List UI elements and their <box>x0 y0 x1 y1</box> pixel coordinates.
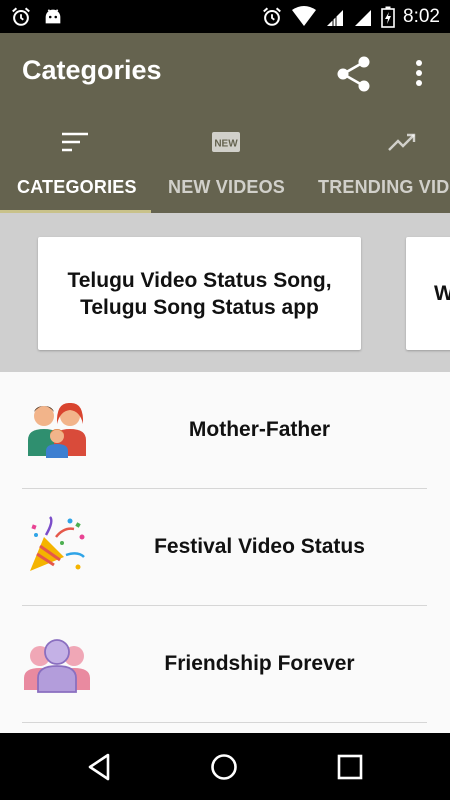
home-icon[interactable] <box>208 751 240 783</box>
banner-carousel[interactable]: Telugu Video Status Song, Telugu Song St… <box>0 213 450 372</box>
status-time: 8:02 <box>403 5 440 27</box>
status-right: 8:02 <box>261 5 440 28</box>
category-list: Mother-Father Festival Video Status Frie… <box>0 372 450 733</box>
page-title: Categories <box>22 55 162 85</box>
tab-label: NEW VIDEOS <box>168 177 286 197</box>
tab-new-videos[interactable]: NEW NEW VIDEOS <box>151 115 301 213</box>
trending-up-icon <box>388 133 416 151</box>
category-label: Friendship Forever <box>164 652 355 675</box>
battery-charging-icon <box>381 6 395 28</box>
system-nav-bar <box>0 733 450 800</box>
alarm-icon <box>12 7 30 26</box>
category-label: Mother-Father <box>188 418 331 441</box>
app-bar: Categories CATEGORIES NEW NEW VIDEOS TRE… <box>0 33 450 213</box>
svg-text:NEW: NEW <box>214 139 238 150</box>
sort-icon <box>62 132 88 152</box>
recents-icon[interactable] <box>334 751 366 783</box>
tab-label: TRENDING VID <box>318 177 450 197</box>
alarm-icon <box>263 7 281 26</box>
list-item[interactable]: Festival Video Status <box>22 489 427 606</box>
friends-icon <box>24 639 90 693</box>
wifi-icon <box>292 5 317 26</box>
tab-trending-videos[interactable]: TRENDING VID <box>301 115 450 213</box>
banner-card[interactable]: W <box>406 237 450 350</box>
category-label: Festival Video Status <box>154 535 365 558</box>
banner-text: W <box>434 282 450 305</box>
new-badge-icon: NEW <box>212 132 240 152</box>
signal-icon <box>355 9 372 26</box>
list-item[interactable]: Friendship Forever <box>22 606 427 723</box>
status-bar: 8:02 <box>0 0 450 33</box>
toolbar: Categories <box>0 33 450 115</box>
android-icon <box>45 8 61 23</box>
party-popper-icon <box>30 516 85 571</box>
share-icon[interactable] <box>333 53 375 95</box>
signal-icon <box>327 9 344 26</box>
back-icon[interactable] <box>84 751 116 783</box>
tab-label: CATEGORIES <box>17 177 137 197</box>
banner-text: Telugu Video Status Song, Telugu Song St… <box>67 268 332 319</box>
tab-categories[interactable]: CATEGORIES <box>0 115 151 213</box>
family-icon <box>28 402 86 458</box>
banner-card[interactable]: Telugu Video Status Song, Telugu Song St… <box>38 237 361 350</box>
list-item[interactable]: Mother-Father <box>22 372 427 489</box>
overflow-menu-icon[interactable] <box>405 53 433 95</box>
status-left <box>10 6 64 28</box>
